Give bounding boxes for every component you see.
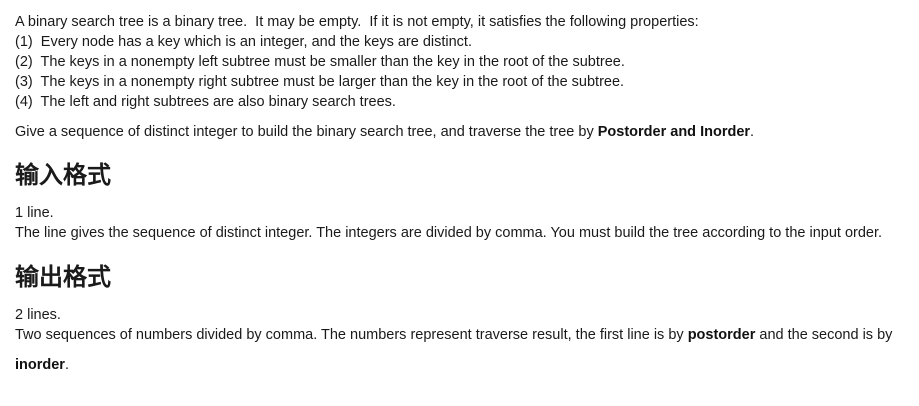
property-3: (3) The keys in a nonempty right subtree…: [15, 74, 625, 90]
input-line-count: 1 line.: [15, 205, 54, 221]
output-format-heading: 输出格式: [15, 263, 111, 291]
output-description: Two sequences of numbers divided by comm…: [15, 325, 904, 345]
output-inorder: inorder: [15, 357, 65, 373]
property-4: (4) The left and right subtrees are also…: [15, 94, 396, 110]
problem-description: A binary search tree is a binary tree. I…: [0, 0, 919, 375]
output-desc-suffix: and the second is by: [755, 327, 893, 343]
task-prefix: Give a sequence of distinct integer to b…: [15, 124, 598, 140]
output-end: .: [64, 357, 69, 373]
property-1: (1) Every node has a key which is an int…: [15, 34, 472, 50]
intro-line: A binary search tree is a binary tree. I…: [15, 14, 699, 30]
property-2: (2) The keys in a nonempty left subtree …: [15, 54, 625, 70]
input-format-heading: 输入格式: [15, 161, 111, 189]
task-bold: Postorder and Inorder: [597, 124, 751, 140]
output-desc-prefix: Two sequences of numbers divided by comm…: [15, 327, 688, 343]
task-statement: Give a sequence of distinct integer to b…: [15, 122, 904, 142]
task-suffix: .: [750, 124, 755, 140]
output-line-count: 2 lines.: [15, 307, 61, 323]
output-postorder: postorder: [687, 327, 756, 343]
output-description-cont: inorder.: [15, 355, 904, 375]
input-description: The line gives the sequence of distinct …: [15, 225, 883, 241]
